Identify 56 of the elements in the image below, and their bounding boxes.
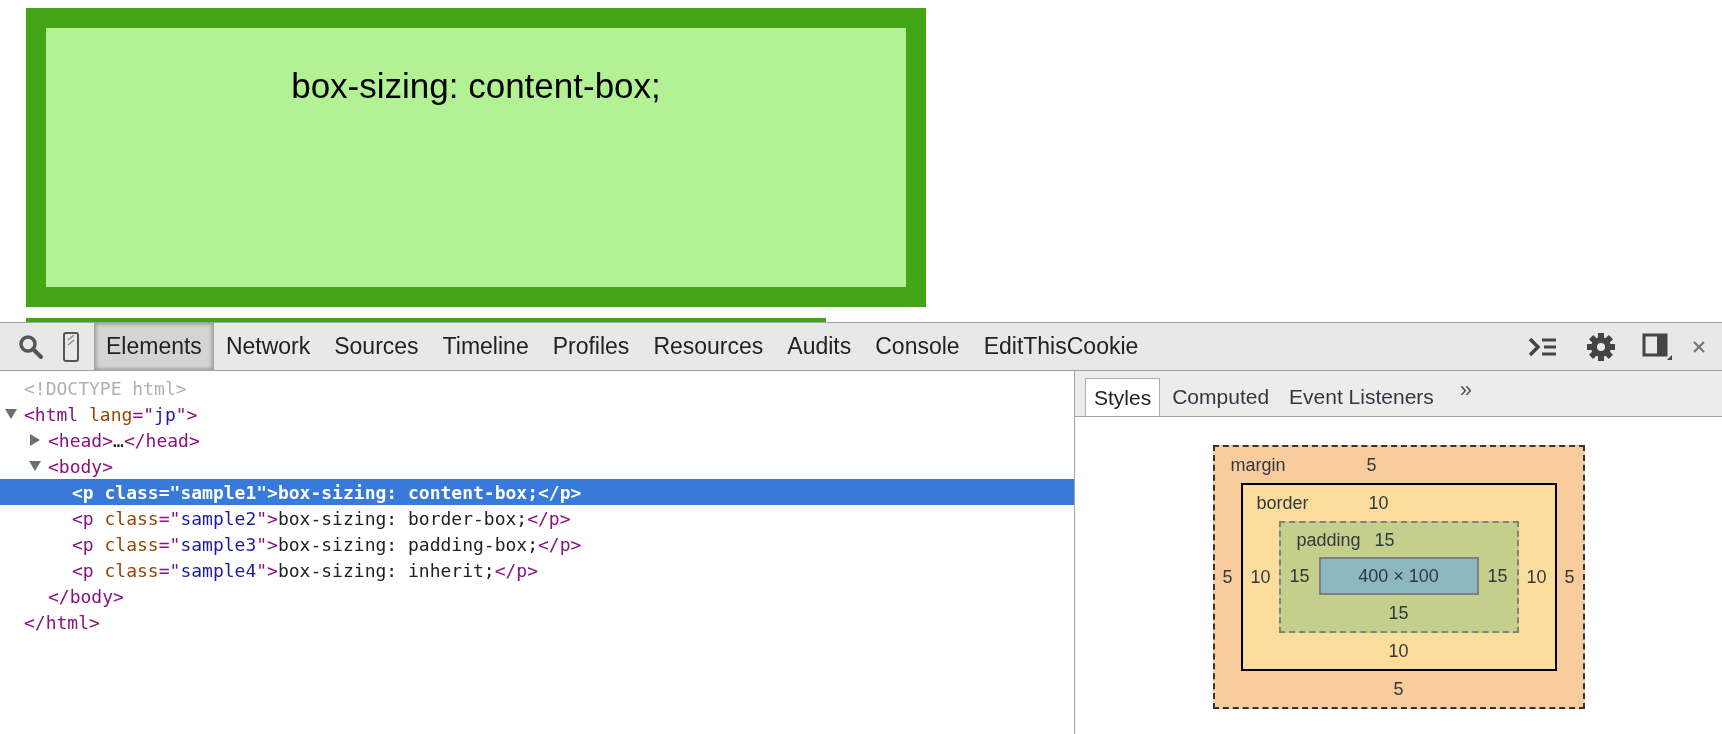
expanded-triangle-icon[interactable] (28, 459, 42, 473)
padding-left-value: 15 (1288, 564, 1311, 588)
border-right-value: 10 (1525, 565, 1548, 589)
dom-node-text: <p class="sample1">box-sizing: content-box;</p> (72, 480, 582, 505)
panel-tab[interactable]: Profiles (540, 323, 642, 370)
dom-node-text: <p class="sample4">box-sizing: inherit;</p> (72, 558, 539, 583)
dom-node-text: <body> (48, 454, 114, 479)
console-drawer-icon[interactable] (1528, 335, 1558, 358)
dom-node-text: <p class="sample2">box-sizing: border-box;</p> (72, 506, 571, 531)
border-bottom-value: 10 (1388, 639, 1409, 663)
border-left-value: 10 (1249, 565, 1272, 589)
margin-label: margin (1230, 453, 1287, 477)
panel-tab[interactable]: EditThisCookie (971, 323, 1151, 370)
border-top-value: 10 (1368, 491, 1389, 515)
dock-side-icon[interactable] (1642, 332, 1672, 361)
dom-tree-row[interactable]: <html lang="jp"> (0, 401, 1074, 427)
search-icon[interactable] (18, 333, 44, 360)
panel-tab[interactable]: Console (863, 323, 972, 370)
sidebar-tab[interactable]: Computed (1164, 378, 1278, 416)
sample-paragraph-text: box-sizing: content-box; (291, 65, 661, 107)
dom-tree-row[interactable]: <head>…</head> (0, 427, 1074, 453)
dom-closing-tag: </body> (48, 582, 124, 610)
dom-tree-row[interactable]: <p class="sample2">box-sizing: border-box;</p> (0, 505, 1074, 531)
panel-tab[interactable]: Network (213, 323, 323, 370)
padding-right-value: 15 (1486, 564, 1509, 588)
panel-tab[interactable]: Elements (94, 323, 214, 370)
dom-tree-row[interactable]: <p class="sample3">box-sizing: padding-box;</p> (0, 531, 1074, 557)
sidebar-tab[interactable]: Styles (1085, 378, 1161, 416)
panel-tab[interactable]: Sources (322, 323, 431, 370)
dom-closing-tag: </html> (24, 608, 100, 636)
sidebar-tab[interactable]: Event Listeners (1281, 378, 1442, 416)
content-size-box: 400 × 100 (1318, 557, 1479, 595)
panel-tab[interactable]: Resources (641, 323, 776, 370)
collapsed-triangle-icon[interactable] (28, 433, 42, 447)
padding-bottom-value: 15 (1388, 601, 1409, 625)
settings-icon[interactable] (1586, 331, 1616, 362)
margin-top-value: 5 (1366, 453, 1377, 477)
margin-bottom-value: 5 (1393, 677, 1404, 701)
expanded-triangle-icon[interactable] (4, 407, 18, 421)
dom-tree-row[interactable]: <p class="sample4">box-sizing: inherit;</p> (0, 557, 1074, 583)
dom-tree-row[interactable]: <p class="sample1">box-sizing: content-box;</p> (0, 479, 1074, 505)
margin-left-value: 5 (1221, 565, 1234, 589)
panel-tab[interactable]: Timeline (430, 323, 541, 370)
dom-node-text: <head>…</head> (48, 428, 200, 453)
more-tabs-chevron[interactable]: » (1459, 373, 1473, 406)
close-icon[interactable] (1692, 339, 1706, 354)
padding-label: padding (1296, 528, 1362, 552)
dom-node-text: <html lang="jp"> (24, 402, 198, 427)
mobile-device-icon[interactable] (62, 331, 80, 362)
dom-tree-row[interactable]: <body> (0, 453, 1074, 479)
padding-top-value: 15 (1374, 528, 1395, 552)
dom-node-text: <p class="sample3">box-sizing: padding-box;</p> (72, 532, 582, 557)
dom-node-text: <!DOCTYPE html> (24, 376, 187, 401)
margin-right-value: 5 (1563, 565, 1576, 589)
border-label: border (1256, 491, 1310, 515)
panel-tab[interactable]: Audits (775, 323, 864, 370)
